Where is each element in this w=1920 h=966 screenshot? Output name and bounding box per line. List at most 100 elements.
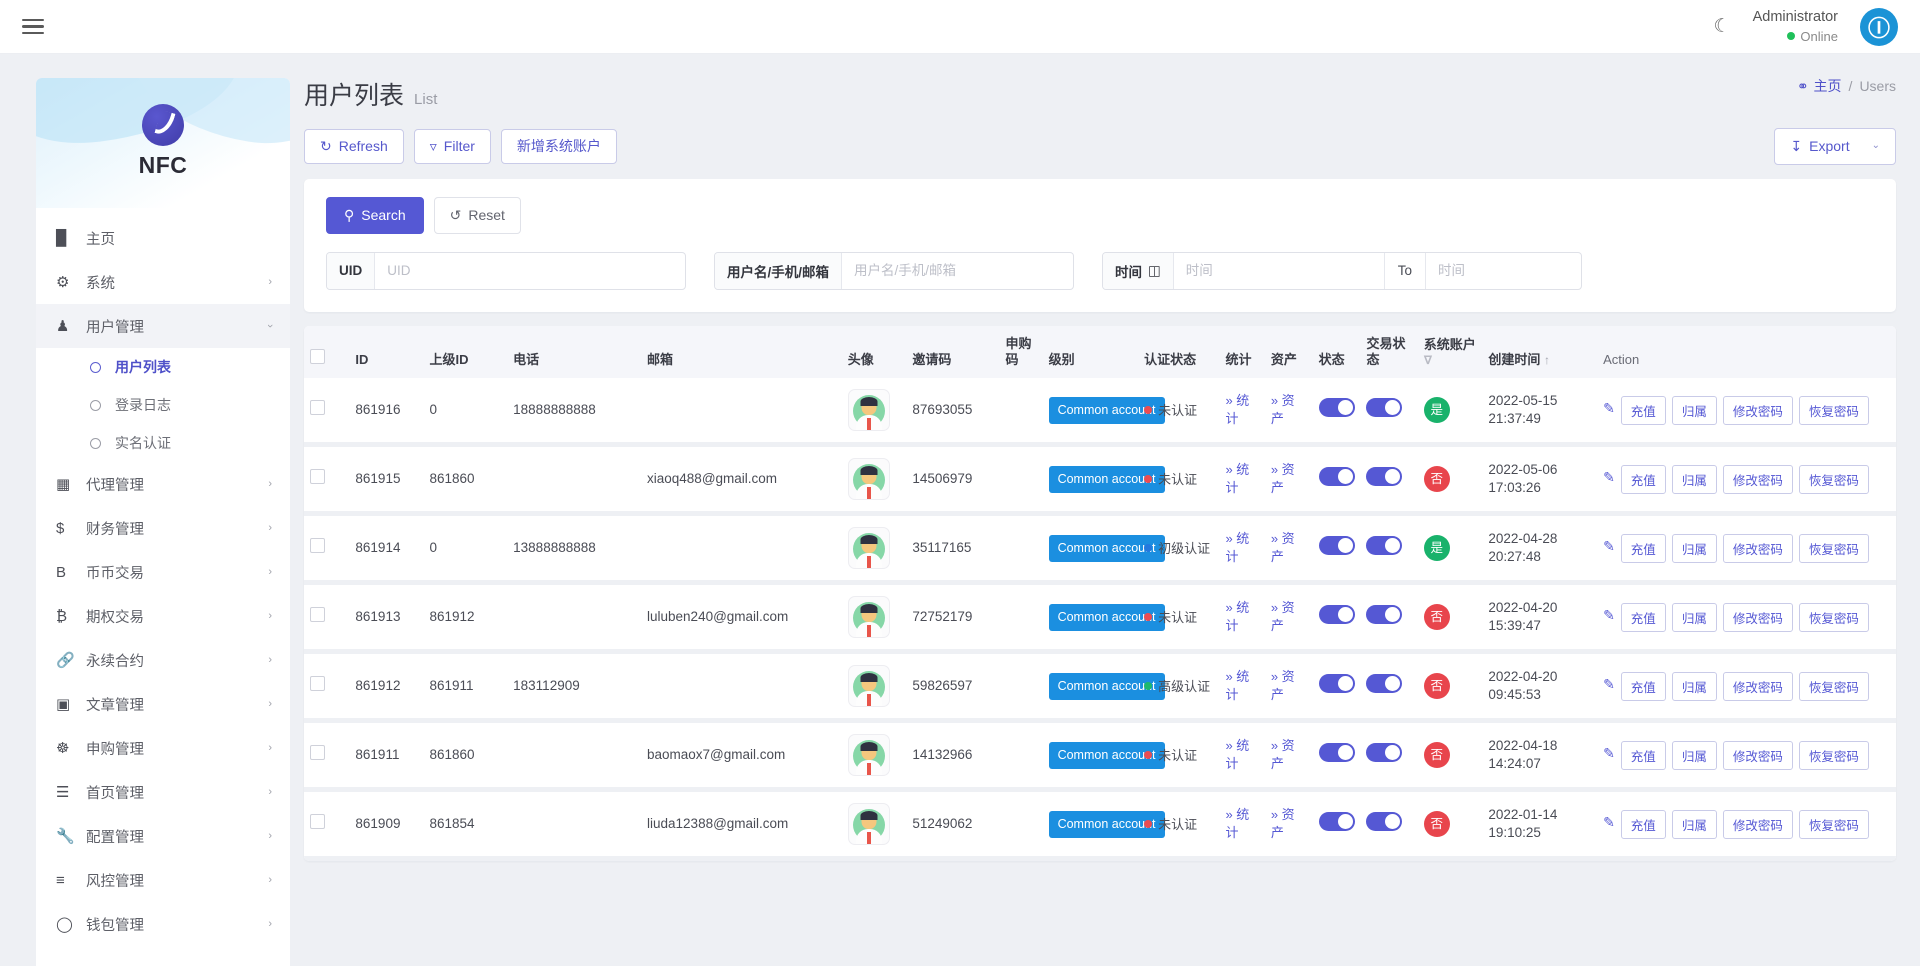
sort-ascending-icon[interactable]: ↑ xyxy=(1544,353,1550,367)
stats-link[interactable]: » 统计 xyxy=(1225,600,1249,633)
pencil-icon[interactable]: ✎ xyxy=(1603,741,1615,763)
stats-link[interactable]: » 统计 xyxy=(1225,393,1249,426)
th-email[interactable]: 邮箱 xyxy=(641,326,842,379)
chevron-right-icon[interactable]: › xyxy=(268,566,272,578)
belong-button[interactable]: 归属 xyxy=(1672,810,1717,839)
pencil-icon[interactable]: ✎ xyxy=(1603,465,1615,487)
stats-link[interactable]: » 统计 xyxy=(1225,738,1249,771)
trade-status-toggle[interactable] xyxy=(1366,398,1402,417)
user-info[interactable]: Administrator Online xyxy=(1753,8,1838,45)
th-phone[interactable]: 电话 xyxy=(507,326,641,379)
recharge-button[interactable]: 充值 xyxy=(1621,603,1666,632)
sidebar-item-12[interactable]: ≡风控管理› xyxy=(36,858,290,902)
chevron-right-icon[interactable]: › xyxy=(268,918,272,930)
filter-indicator-icon[interactable]: ∇ xyxy=(1424,353,1477,368)
username-input[interactable] xyxy=(842,253,1073,289)
trade-status-toggle[interactable] xyxy=(1366,812,1402,831)
recharge-button[interactable]: 充值 xyxy=(1621,465,1666,494)
refresh-button[interactable]: ↻ Refresh xyxy=(304,129,404,164)
th-auth-status[interactable]: 认证状态 xyxy=(1138,326,1219,379)
trade-status-toggle[interactable] xyxy=(1366,536,1402,555)
assets-link[interactable]: » 资产 xyxy=(1271,738,1295,771)
stats-link[interactable]: » 统计 xyxy=(1225,462,1249,495)
sidebar-item-4[interactable]: $财务管理› xyxy=(36,506,290,550)
restore-password-button[interactable]: 恢复密码 xyxy=(1799,465,1869,494)
status-toggle[interactable] xyxy=(1319,467,1355,486)
th-purchase-code[interactable]: 申购码 xyxy=(1000,326,1043,379)
status-toggle[interactable] xyxy=(1319,743,1355,762)
pencil-icon[interactable]: ✎ xyxy=(1603,603,1615,625)
add-system-account-button[interactable]: 新增系统账户 xyxy=(501,129,617,164)
sidebar-item-0[interactable]: ▉主页 xyxy=(36,216,290,260)
trade-status-toggle[interactable] xyxy=(1366,467,1402,486)
trade-status-toggle[interactable] xyxy=(1366,605,1402,624)
th-level[interactable]: 级别 xyxy=(1043,326,1139,379)
assets-link[interactable]: » 资产 xyxy=(1271,393,1295,426)
pencil-icon[interactable]: ✎ xyxy=(1603,672,1615,694)
sidebar-item-8[interactable]: ▣文章管理› xyxy=(36,682,290,726)
sidebar-item-6[interactable]: ₿期权交易› xyxy=(36,594,290,638)
sidebar-item-5[interactable]: B币币交易› xyxy=(36,550,290,594)
status-toggle[interactable] xyxy=(1319,674,1355,693)
stats-link[interactable]: » 统计 xyxy=(1225,669,1249,702)
status-toggle[interactable] xyxy=(1319,812,1355,831)
chevron-right-icon[interactable]: › xyxy=(268,522,272,534)
sidebar-item-7[interactable]: 🔗永续合约› xyxy=(36,638,290,682)
sidebar-item-13[interactable]: ◯钱包管理› xyxy=(36,902,290,946)
chevron-right-icon[interactable]: › xyxy=(268,830,272,842)
trade-status-toggle[interactable] xyxy=(1366,743,1402,762)
th-id[interactable]: ID xyxy=(349,326,423,379)
status-toggle[interactable] xyxy=(1319,536,1355,555)
recharge-button[interactable]: 充值 xyxy=(1621,534,1666,563)
sidebar-item-1[interactable]: ⚙系统› xyxy=(36,260,290,304)
belong-button[interactable]: 归属 xyxy=(1672,534,1717,563)
row-checkbox[interactable] xyxy=(310,745,325,760)
sidebar-subitem-0[interactable]: 用户列表 xyxy=(36,348,290,386)
change-password-button[interactable]: 修改密码 xyxy=(1723,534,1793,563)
status-toggle[interactable] xyxy=(1319,398,1355,417)
export-button[interactable]: ↧ Export ⌄ xyxy=(1774,128,1896,165)
restore-password-button[interactable]: 恢复密码 xyxy=(1799,396,1869,425)
chevron-right-icon[interactable]: › xyxy=(268,610,272,622)
assets-link[interactable]: » 资产 xyxy=(1271,600,1295,633)
row-checkbox[interactable] xyxy=(310,814,325,829)
belong-button[interactable]: 归属 xyxy=(1672,396,1717,425)
row-checkbox[interactable] xyxy=(310,469,325,484)
belong-button[interactable]: 归属 xyxy=(1672,741,1717,770)
pencil-icon[interactable]: ✎ xyxy=(1603,810,1615,832)
assets-link[interactable]: » 资产 xyxy=(1271,807,1295,840)
sidebar-item-2[interactable]: ♟用户管理› xyxy=(36,304,290,348)
sidebar-item-11[interactable]: 🔧配置管理› xyxy=(36,814,290,858)
pencil-icon[interactable]: ✎ xyxy=(1603,534,1615,556)
change-password-button[interactable]: 修改密码 xyxy=(1723,603,1793,632)
trade-status-toggle[interactable] xyxy=(1366,674,1402,693)
restore-password-button[interactable]: 恢复密码 xyxy=(1799,534,1869,563)
chevron-right-icon[interactable]: › xyxy=(268,654,272,666)
breadcrumb-home[interactable]: ⚭ 主页 xyxy=(1797,76,1842,96)
change-password-button[interactable]: 修改密码 xyxy=(1723,396,1793,425)
row-checkbox[interactable] xyxy=(310,538,325,553)
row-checkbox[interactable] xyxy=(310,676,325,691)
hamburger-icon[interactable] xyxy=(20,11,46,43)
assets-link[interactable]: » 资产 xyxy=(1271,462,1295,495)
row-checkbox[interactable] xyxy=(310,400,325,415)
belong-button[interactable]: 归属 xyxy=(1672,672,1717,701)
avatar[interactable]: Ⓘ xyxy=(1860,8,1898,46)
th-invite-code[interactable]: 邀请码 xyxy=(906,326,999,379)
search-button[interactable]: ⚲ Search xyxy=(326,197,424,234)
assets-link[interactable]: » 资产 xyxy=(1271,531,1295,564)
th-created-at[interactable]: 创建时间 ↑ xyxy=(1482,326,1597,379)
restore-password-button[interactable]: 恢复密码 xyxy=(1799,603,1869,632)
chevron-right-icon[interactable]: › xyxy=(268,742,272,754)
th-status[interactable]: 状态 xyxy=(1313,326,1361,379)
moon-icon[interactable]: ☾ xyxy=(1714,17,1731,36)
stats-link[interactable]: » 统计 xyxy=(1225,531,1249,564)
recharge-button[interactable]: 充值 xyxy=(1621,672,1666,701)
assets-link[interactable]: » 资产 xyxy=(1271,669,1295,702)
time-to-input[interactable] xyxy=(1426,253,1581,289)
chevron-right-icon[interactable]: › xyxy=(268,478,272,490)
change-password-button[interactable]: 修改密码 xyxy=(1723,465,1793,494)
change-password-button[interactable]: 修改密码 xyxy=(1723,741,1793,770)
belong-button[interactable]: 归属 xyxy=(1672,465,1717,494)
reset-button[interactable]: ↺ Reset xyxy=(434,197,521,234)
